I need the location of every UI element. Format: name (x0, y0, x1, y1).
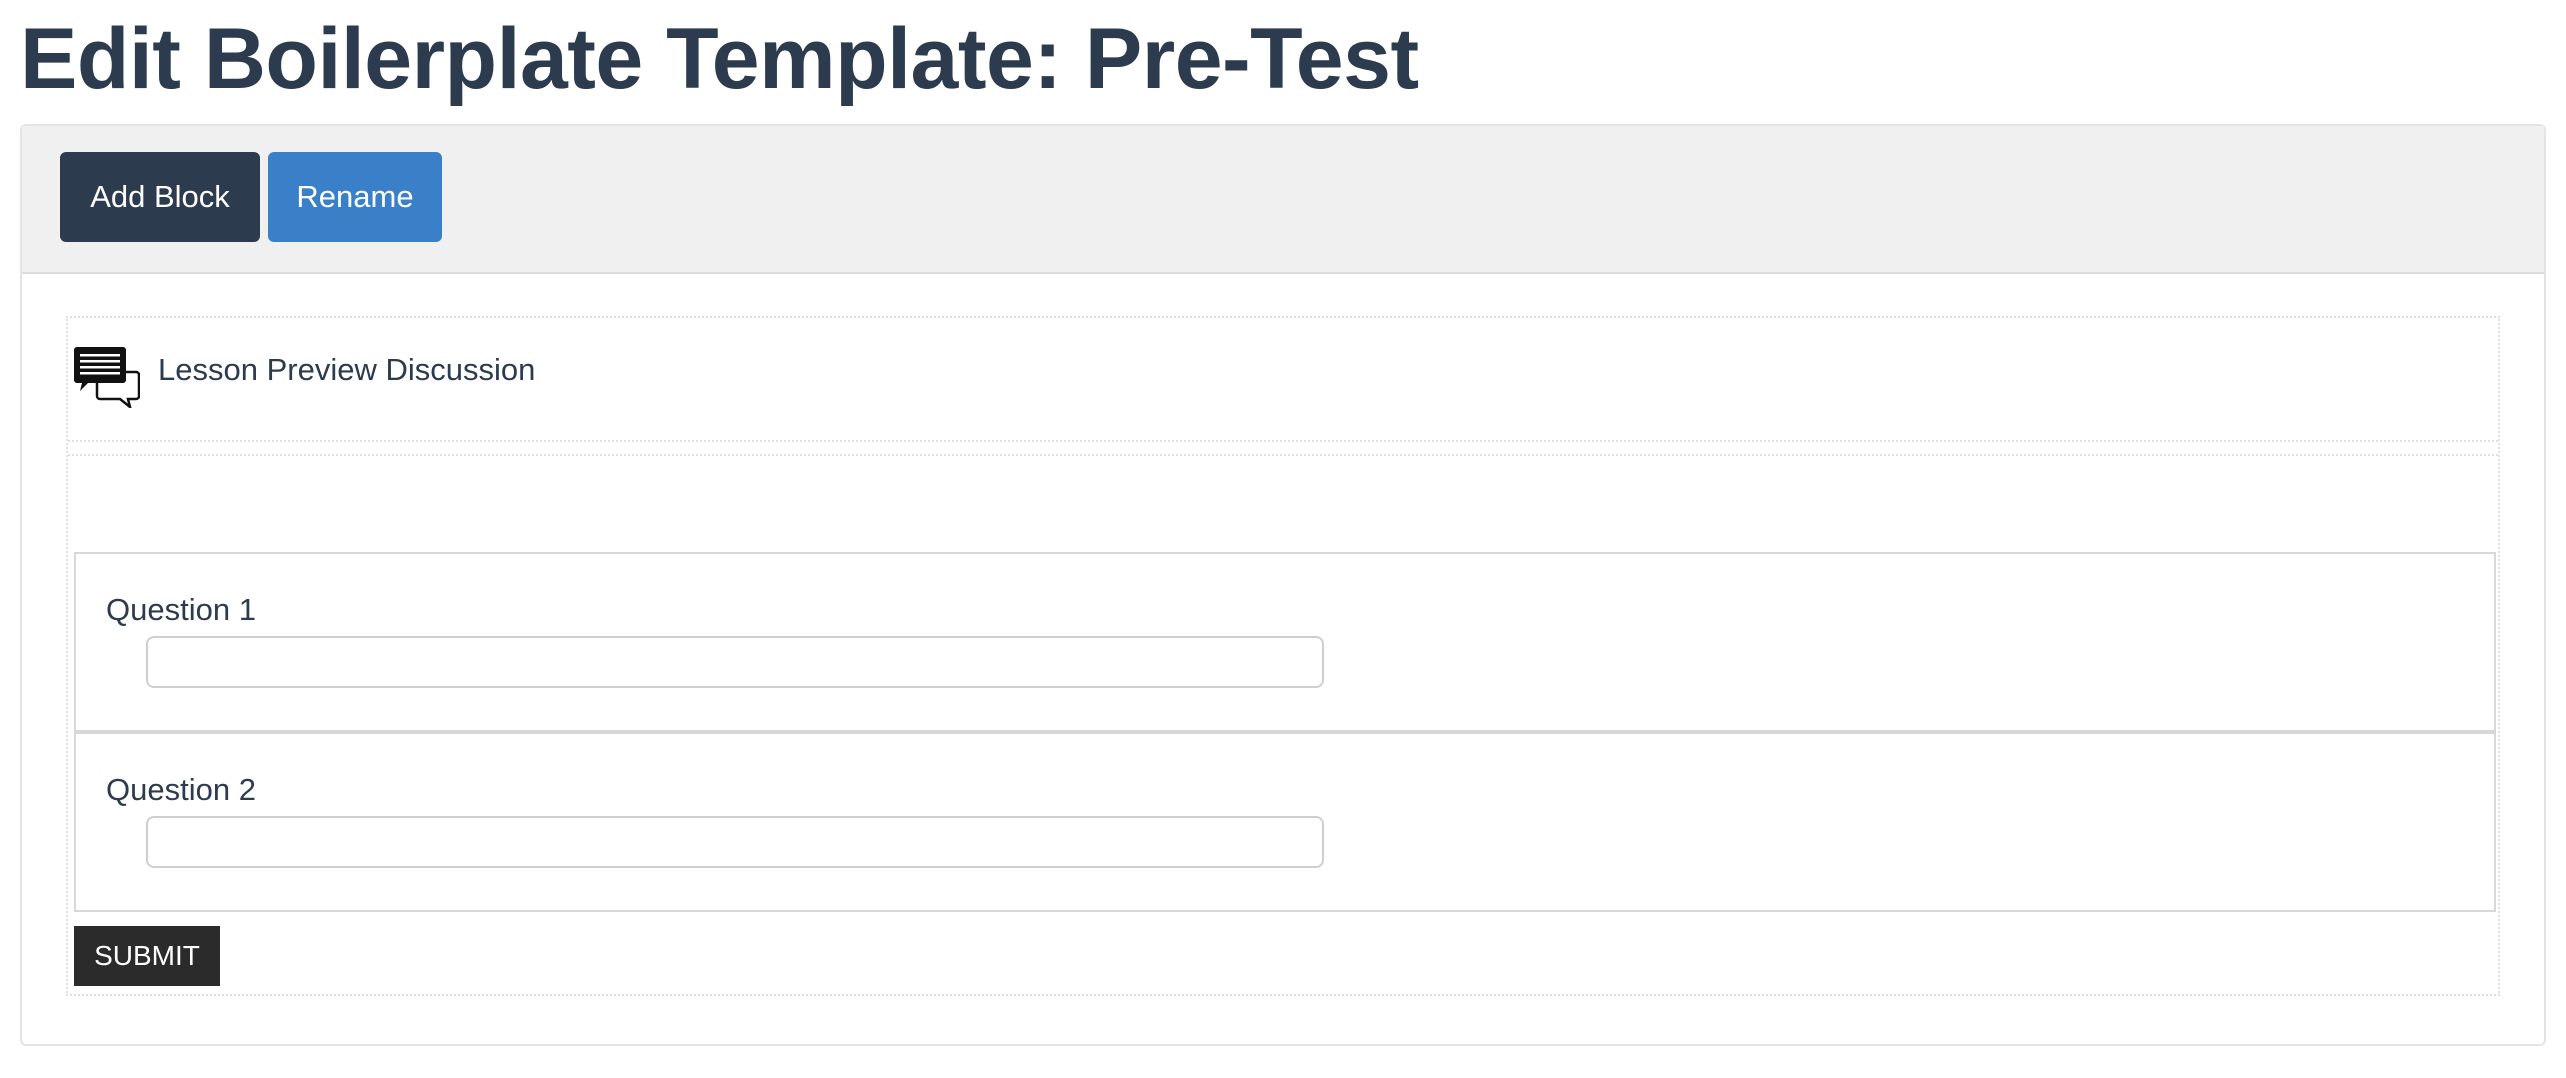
question-item: Question 1 (74, 552, 2496, 732)
question-2-input[interactable] (146, 816, 1324, 868)
discussion-icon (74, 347, 140, 408)
question-1-input[interactable] (146, 636, 1324, 688)
rename-button[interactable]: Rename (268, 152, 442, 242)
template-panel: Add Block Rename Lesson Preview Discussi… (20, 124, 2546, 1046)
question-item: Question 2 (74, 732, 2496, 912)
quiz-block: Question 1 Question 2 SUBMIT (68, 454, 2498, 994)
question-label: Question 2 (106, 772, 256, 807)
blocks-container: Lesson Preview Discussion Question 1 Que… (66, 316, 2500, 996)
submit-button[interactable]: SUBMIT (74, 926, 220, 986)
page-title: Edit Boilerplate Template: Pre-Test (20, 11, 1419, 107)
add-block-button[interactable]: Add Block (60, 152, 260, 242)
discussion-block[interactable]: Lesson Preview Discussion (68, 318, 2498, 442)
question-label: Question 1 (106, 592, 256, 627)
toolbar: Add Block Rename (22, 126, 2544, 274)
discussion-label[interactable]: Lesson Preview Discussion (158, 352, 535, 388)
